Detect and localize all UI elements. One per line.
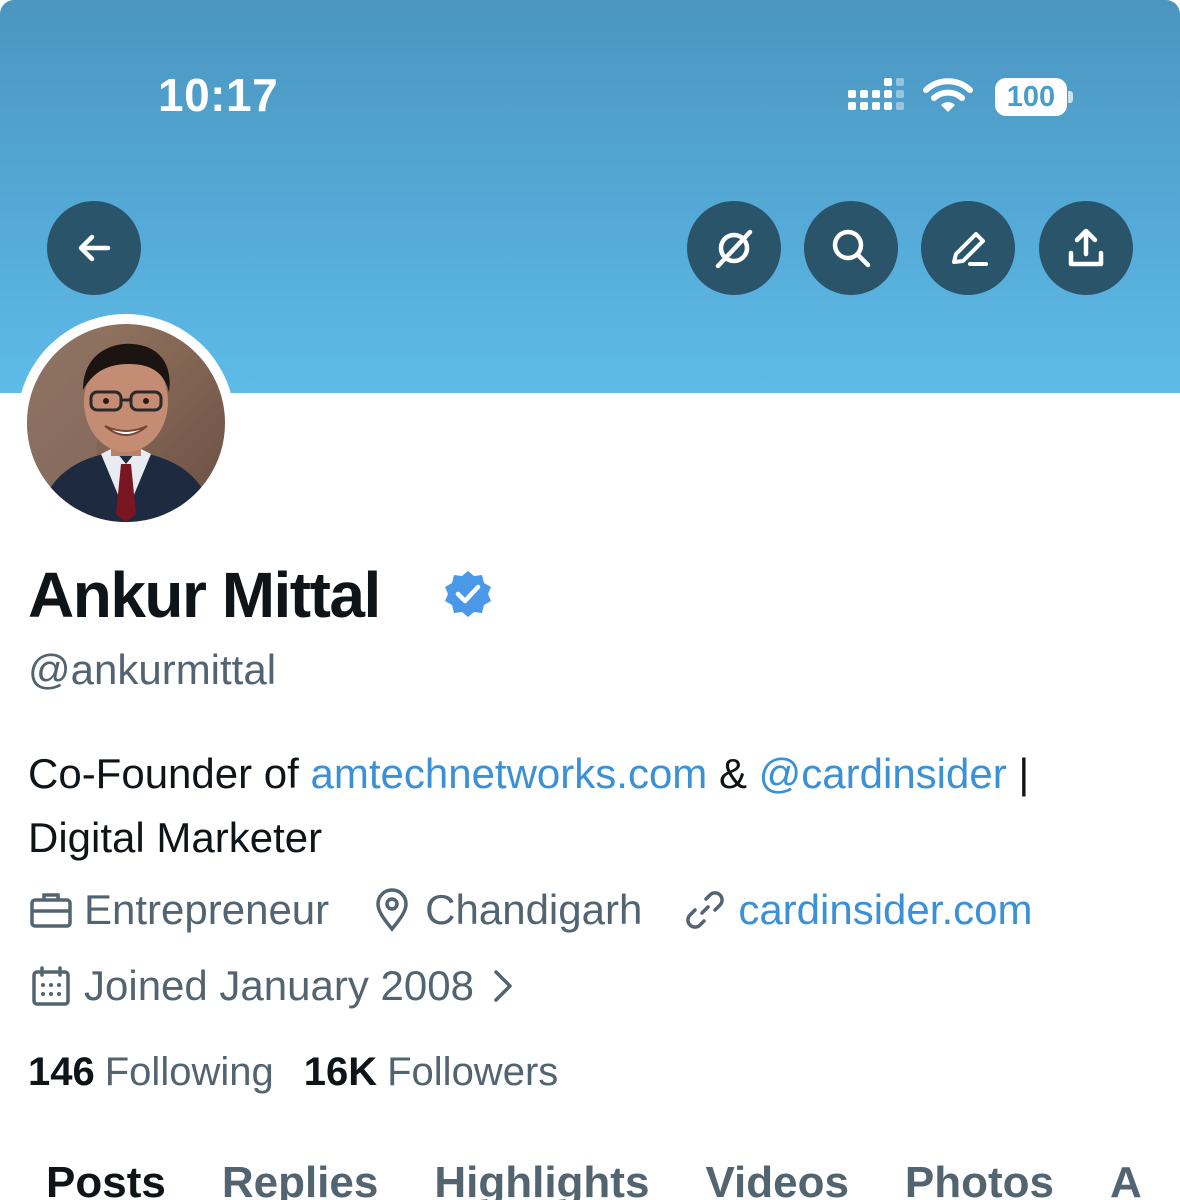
calendar-icon [32,966,70,1006]
verified-badge-icon[interactable] [442,568,494,620]
search-icon [832,229,871,268]
following-stat[interactable]: 146 Following [28,1050,274,1095]
joined-item[interactable]: Joined January 2008 [28,962,528,1010]
followers-label: Followers [387,1050,559,1094]
share-icon [1068,228,1104,267]
location-pin-icon [376,888,408,932]
battery-level: 100 [995,78,1067,116]
profile-meta-row: Entrepreneur Chandigarh cardinsider.com [28,886,1072,934]
profile-tabs: Posts Replies Highlights Videos Photos A [46,1158,1180,1200]
profile-handle: @ankurmittal [28,646,277,693]
following-label: Following [104,1050,274,1094]
search-button[interactable] [804,201,898,295]
link-icon [686,891,725,929]
profile-photo [27,324,225,522]
chevron-right-icon [494,970,512,1002]
tab-articles[interactable]: A [1110,1158,1142,1200]
bio-website-link[interactable]: amtechnetworks.com [310,750,707,797]
joined-row[interactable]: Joined January 2008 [28,962,568,1010]
profile-bio: Co-Founder of amtechnetworks.com & @card… [28,742,1168,870]
bio-text: Co-Founder of [28,750,311,797]
wifi-icon [923,78,973,112]
joined-label: Joined January 2008 [84,962,474,1009]
tab-posts[interactable]: Posts [46,1158,166,1200]
bio-line-2: Digital Marketer [28,814,323,861]
tab-photos[interactable]: Photos [905,1158,1054,1200]
edit-icon [952,232,988,266]
profession-label: Entrepreneur [84,886,330,933]
arrow-left-icon [78,234,111,262]
briefcase-icon [30,893,72,928]
avatar[interactable] [27,324,225,522]
location-label: Chandigarh [425,886,643,933]
battery-indicator: 100 [995,78,1073,116]
website-link[interactable]: cardinsider.com [738,886,1032,934]
followers-stat[interactable]: 16K Followers [304,1050,559,1095]
bio-separator: | [1006,750,1030,797]
follow-stats: 146 Following 16K Followers [28,1050,588,1095]
cellular-signal-icon [848,78,904,110]
website-item[interactable]: cardinsider.com [682,886,1032,934]
profession-item: Entrepreneur [28,886,329,934]
back-button[interactable] [47,201,141,295]
bio-text-amp: & [707,750,759,797]
grok-icon [715,229,753,269]
following-count: 146 [28,1050,95,1094]
edit-button[interactable] [921,201,1015,295]
grok-button[interactable] [687,201,781,295]
location-item: Chandigarh [369,886,642,934]
tab-replies[interactable]: Replies [222,1158,379,1200]
tab-highlights[interactable]: Highlights [434,1158,649,1200]
display-name: Ankur Mittal [28,559,381,631]
battery-tip [1068,91,1073,103]
share-button[interactable] [1039,201,1133,295]
status-time: 10:17 [158,69,279,121]
bio-mention-link[interactable]: @cardinsider [759,750,1007,797]
followers-count: 16K [303,1050,378,1094]
tab-videos[interactable]: Videos [705,1158,848,1200]
